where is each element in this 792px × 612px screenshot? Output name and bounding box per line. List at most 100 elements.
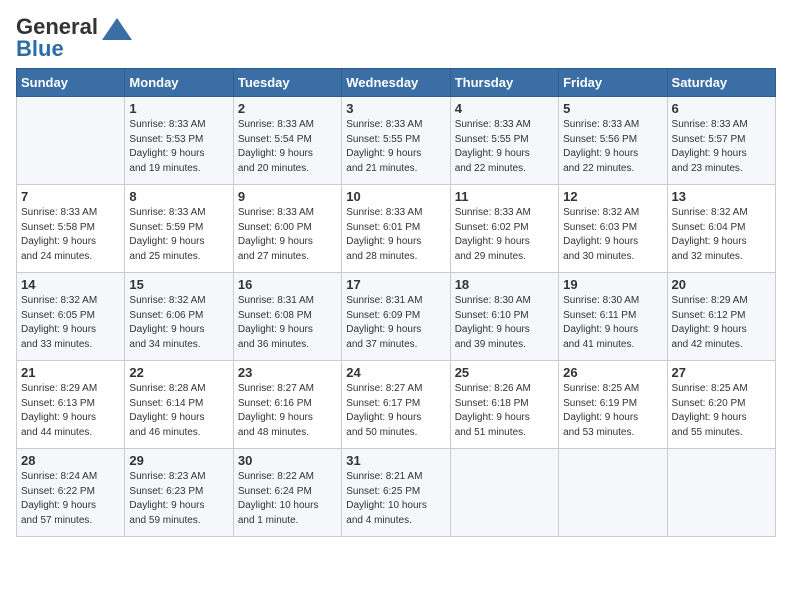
calendar-cell: 28 Sunrise: 8:24 AM Sunset: 6:22 PM Dayli… bbox=[17, 449, 125, 537]
calendar-cell: 26 Sunrise: 8:25 AM Sunset: 6:19 PM Dayli… bbox=[559, 361, 667, 449]
day-number: 20 bbox=[672, 277, 771, 292]
day-number: 12 bbox=[563, 189, 662, 204]
header-thursday: Thursday bbox=[450, 69, 558, 97]
day-number: 25 bbox=[455, 365, 554, 380]
day-number: 16 bbox=[238, 277, 337, 292]
day-info: Sunrise: 8:33 AM Sunset: 5:57 PM Dayligh… bbox=[672, 118, 771, 176]
calendar-cell: 9 Sunrise: 8:33 AM Sunset: 6:00 PM Daylig… bbox=[233, 185, 341, 273]
day-number: 1 bbox=[129, 101, 228, 116]
calendar-header: Sunday Monday Tuesday Wednesday Thursday… bbox=[17, 69, 776, 97]
day-info: Sunrise: 8:29 AM Sunset: 6:12 PM Dayligh… bbox=[672, 294, 771, 352]
logo-text: General Blue bbox=[16, 16, 98, 60]
calendar-cell: 13 Sunrise: 8:32 AM Sunset: 6:04 PM Dayli… bbox=[667, 185, 775, 273]
day-info: Sunrise: 8:25 AM Sunset: 6:20 PM Dayligh… bbox=[672, 382, 771, 440]
header-friday: Friday bbox=[559, 69, 667, 97]
calendar-cell: 7 Sunrise: 8:33 AM Sunset: 5:58 PM Daylig… bbox=[17, 185, 125, 273]
day-info: Sunrise: 8:32 AM Sunset: 6:03 PM Dayligh… bbox=[563, 206, 662, 264]
day-number: 3 bbox=[346, 101, 445, 116]
day-info: Sunrise: 8:33 AM Sunset: 5:58 PM Dayligh… bbox=[21, 206, 120, 264]
calendar-cell: 18 Sunrise: 8:30 AM Sunset: 6:10 PM Dayli… bbox=[450, 273, 558, 361]
day-number: 4 bbox=[455, 101, 554, 116]
day-info: Sunrise: 8:31 AM Sunset: 6:08 PM Dayligh… bbox=[238, 294, 337, 352]
calendar-cell: 21 Sunrise: 8:29 AM Sunset: 6:13 PM Dayli… bbox=[17, 361, 125, 449]
day-info: Sunrise: 8:27 AM Sunset: 6:16 PM Dayligh… bbox=[238, 382, 337, 440]
calendar-cell: 2 Sunrise: 8:33 AM Sunset: 5:54 PM Daylig… bbox=[233, 97, 341, 185]
header-saturday: Saturday bbox=[667, 69, 775, 97]
day-info: Sunrise: 8:23 AM Sunset: 6:23 PM Dayligh… bbox=[129, 470, 228, 528]
day-number: 24 bbox=[346, 365, 445, 380]
calendar-cell: 1Sunrise: 8:33 AM Sunset: 5:53 PM Daylig… bbox=[125, 97, 233, 185]
logo-blue: Blue bbox=[16, 36, 64, 61]
calendar-cell bbox=[667, 449, 775, 537]
day-number: 30 bbox=[238, 453, 337, 468]
calendar-cell bbox=[450, 449, 558, 537]
day-info: Sunrise: 8:33 AM Sunset: 6:00 PM Dayligh… bbox=[238, 206, 337, 264]
calendar-cell: 23 Sunrise: 8:27 AM Sunset: 6:16 PM Dayli… bbox=[233, 361, 341, 449]
day-number: 28 bbox=[21, 453, 120, 468]
calendar-week-row: 14 Sunrise: 8:32 AM Sunset: 6:05 PM Dayli… bbox=[17, 273, 776, 361]
day-number: 27 bbox=[672, 365, 771, 380]
day-info: Sunrise: 8:22 AM Sunset: 6:24 PM Dayligh… bbox=[238, 470, 337, 528]
day-info: Sunrise: 8:27 AM Sunset: 6:17 PM Dayligh… bbox=[346, 382, 445, 440]
day-info: Sunrise: 8:28 AM Sunset: 6:14 PM Dayligh… bbox=[129, 382, 228, 440]
day-number: 29 bbox=[129, 453, 228, 468]
calendar-cell: 22 Sunrise: 8:28 AM Sunset: 6:14 PM Dayli… bbox=[125, 361, 233, 449]
day-number: 15 bbox=[129, 277, 228, 292]
day-number: 18 bbox=[455, 277, 554, 292]
calendar-cell: 16 Sunrise: 8:31 AM Sunset: 6:08 PM Dayli… bbox=[233, 273, 341, 361]
day-info: Sunrise: 8:32 AM Sunset: 6:05 PM Dayligh… bbox=[21, 294, 120, 352]
day-number: 10 bbox=[346, 189, 445, 204]
day-info: Sunrise: 8:25 AM Sunset: 6:19 PM Dayligh… bbox=[563, 382, 662, 440]
header-monday: Monday bbox=[125, 69, 233, 97]
header-tuesday: Tuesday bbox=[233, 69, 341, 97]
calendar-body: 1Sunrise: 8:33 AM Sunset: 5:53 PM Daylig… bbox=[17, 97, 776, 537]
calendar-week-row: 28 Sunrise: 8:24 AM Sunset: 6:22 PM Dayli… bbox=[17, 449, 776, 537]
day-number: 11 bbox=[455, 189, 554, 204]
calendar-cell: 19Sunrise: 8:30 AM Sunset: 6:11 PM Dayli… bbox=[559, 273, 667, 361]
day-number: 7 bbox=[21, 189, 120, 204]
day-info: Sunrise: 8:33 AM Sunset: 5:55 PM Dayligh… bbox=[455, 118, 554, 176]
day-number: 5 bbox=[563, 101, 662, 116]
day-number: 26 bbox=[563, 365, 662, 380]
day-info: Sunrise: 8:33 AM Sunset: 5:54 PM Dayligh… bbox=[238, 118, 337, 176]
day-number: 17 bbox=[346, 277, 445, 292]
day-number: 22 bbox=[129, 365, 228, 380]
day-number: 14 bbox=[21, 277, 120, 292]
calendar-cell: 30 Sunrise: 8:22 AM Sunset: 6:24 PM Dayli… bbox=[233, 449, 341, 537]
day-info: Sunrise: 8:29 AM Sunset: 6:13 PM Dayligh… bbox=[21, 382, 120, 440]
calendar-cell: 5Sunrise: 8:33 AM Sunset: 5:56 PM Daylig… bbox=[559, 97, 667, 185]
calendar-cell: 15 Sunrise: 8:32 AM Sunset: 6:06 PM Dayli… bbox=[125, 273, 233, 361]
calendar-cell: 20 Sunrise: 8:29 AM Sunset: 6:12 PM Dayli… bbox=[667, 273, 775, 361]
day-number: 21 bbox=[21, 365, 120, 380]
day-info: Sunrise: 8:33 AM Sunset: 6:02 PM Dayligh… bbox=[455, 206, 554, 264]
weekday-row: Sunday Monday Tuesday Wednesday Thursday… bbox=[17, 69, 776, 97]
calendar-cell: 4 Sunrise: 8:33 AM Sunset: 5:55 PM Daylig… bbox=[450, 97, 558, 185]
day-info: Sunrise: 8:32 AM Sunset: 6:04 PM Dayligh… bbox=[672, 206, 771, 264]
calendar-cell: 17 Sunrise: 8:31 AM Sunset: 6:09 PM Dayli… bbox=[342, 273, 450, 361]
calendar-cell: 24 Sunrise: 8:27 AM Sunset: 6:17 PM Dayli… bbox=[342, 361, 450, 449]
calendar-cell: 11 Sunrise: 8:33 AM Sunset: 6:02 PM Dayli… bbox=[450, 185, 558, 273]
day-info: Sunrise: 8:32 AM Sunset: 6:06 PM Dayligh… bbox=[129, 294, 228, 352]
calendar-cell: 29 Sunrise: 8:23 AM Sunset: 6:23 PM Dayli… bbox=[125, 449, 233, 537]
day-number: 9 bbox=[238, 189, 337, 204]
page-header: General Blue bbox=[16, 16, 776, 60]
day-number: 13 bbox=[672, 189, 771, 204]
day-info: Sunrise: 8:31 AM Sunset: 6:09 PM Dayligh… bbox=[346, 294, 445, 352]
day-number: 19 bbox=[563, 277, 662, 292]
day-info: Sunrise: 8:21 AM Sunset: 6:25 PM Dayligh… bbox=[346, 470, 445, 528]
day-number: 23 bbox=[238, 365, 337, 380]
day-info: Sunrise: 8:30 AM Sunset: 6:10 PM Dayligh… bbox=[455, 294, 554, 352]
day-info: Sunrise: 8:24 AM Sunset: 6:22 PM Dayligh… bbox=[21, 470, 120, 528]
day-number: 2 bbox=[238, 101, 337, 116]
calendar-cell: 6Sunrise: 8:33 AM Sunset: 5:57 PM Daylig… bbox=[667, 97, 775, 185]
header-wednesday: Wednesday bbox=[342, 69, 450, 97]
calendar-week-row: 7 Sunrise: 8:33 AM Sunset: 5:58 PM Daylig… bbox=[17, 185, 776, 273]
day-number: 31 bbox=[346, 453, 445, 468]
logo: General Blue bbox=[16, 16, 132, 60]
calendar-cell: 12 Sunrise: 8:32 AM Sunset: 6:03 PM Dayli… bbox=[559, 185, 667, 273]
calendar-week-row: 1Sunrise: 8:33 AM Sunset: 5:53 PM Daylig… bbox=[17, 97, 776, 185]
calendar-cell: 14 Sunrise: 8:32 AM Sunset: 6:05 PM Dayli… bbox=[17, 273, 125, 361]
calendar-cell: 8Sunrise: 8:33 AM Sunset: 5:59 PM Daylig… bbox=[125, 185, 233, 273]
day-number: 8 bbox=[129, 189, 228, 204]
calendar-table: Sunday Monday Tuesday Wednesday Thursday… bbox=[16, 68, 776, 537]
